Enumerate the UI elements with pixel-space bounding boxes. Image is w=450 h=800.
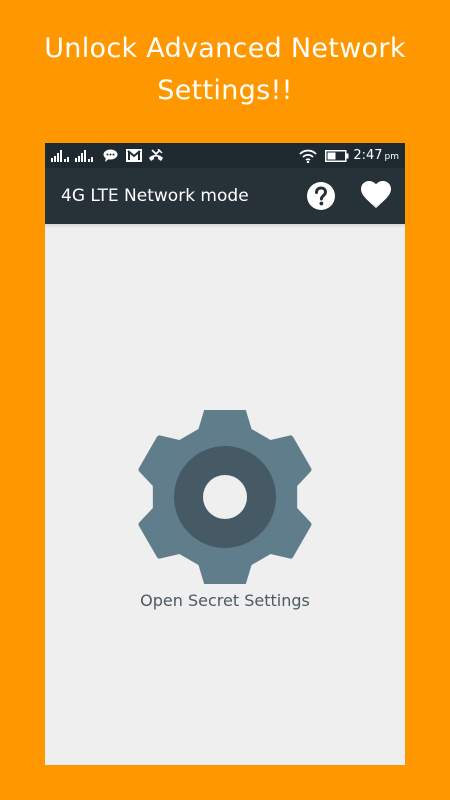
signal-icon: [75, 149, 93, 162]
missed-call-icon: [148, 148, 164, 163]
promo-title: Unlock Advanced Network Settings!!: [44, 33, 406, 106]
chat-icon: [103, 149, 118, 162]
open-secret-settings-button[interactable]: Open Secret Settings: [105, 405, 345, 620]
status-bar-system: 2:47 pm: [299, 146, 399, 165]
status-bar: 2:47 pm: [45, 143, 405, 168]
toolbar-shadow: [45, 224, 405, 228]
promo-banner: Unlock Advanced Network Settings!! 2:47 …: [0, 0, 450, 800]
wifi-icon: [299, 149, 317, 163]
phone-screen: 2:47 pm 4G LTE Network mode Open Secret …: [45, 143, 405, 765]
status-bar-notifications: [51, 147, 164, 164]
favorite-button[interactable]: [360, 180, 392, 212]
help-button[interactable]: [305, 180, 337, 212]
gear-hole: [203, 475, 247, 519]
battery-icon: [325, 149, 349, 162]
status-bar-time: 2:47: [353, 148, 383, 163]
gear-icon: [138, 408, 312, 588]
signal-icon: [51, 149, 69, 162]
open-secret-settings-label: Open Secret Settings: [140, 591, 310, 610]
status-bar-ampm: pm: [384, 152, 399, 162]
gmail-icon: [126, 149, 142, 162]
heart-icon: [360, 181, 392, 216]
app-toolbar: 4G LTE Network mode: [45, 168, 405, 224]
help-icon: [305, 182, 337, 216]
toolbar-title: 4G LTE Network mode: [61, 186, 249, 206]
